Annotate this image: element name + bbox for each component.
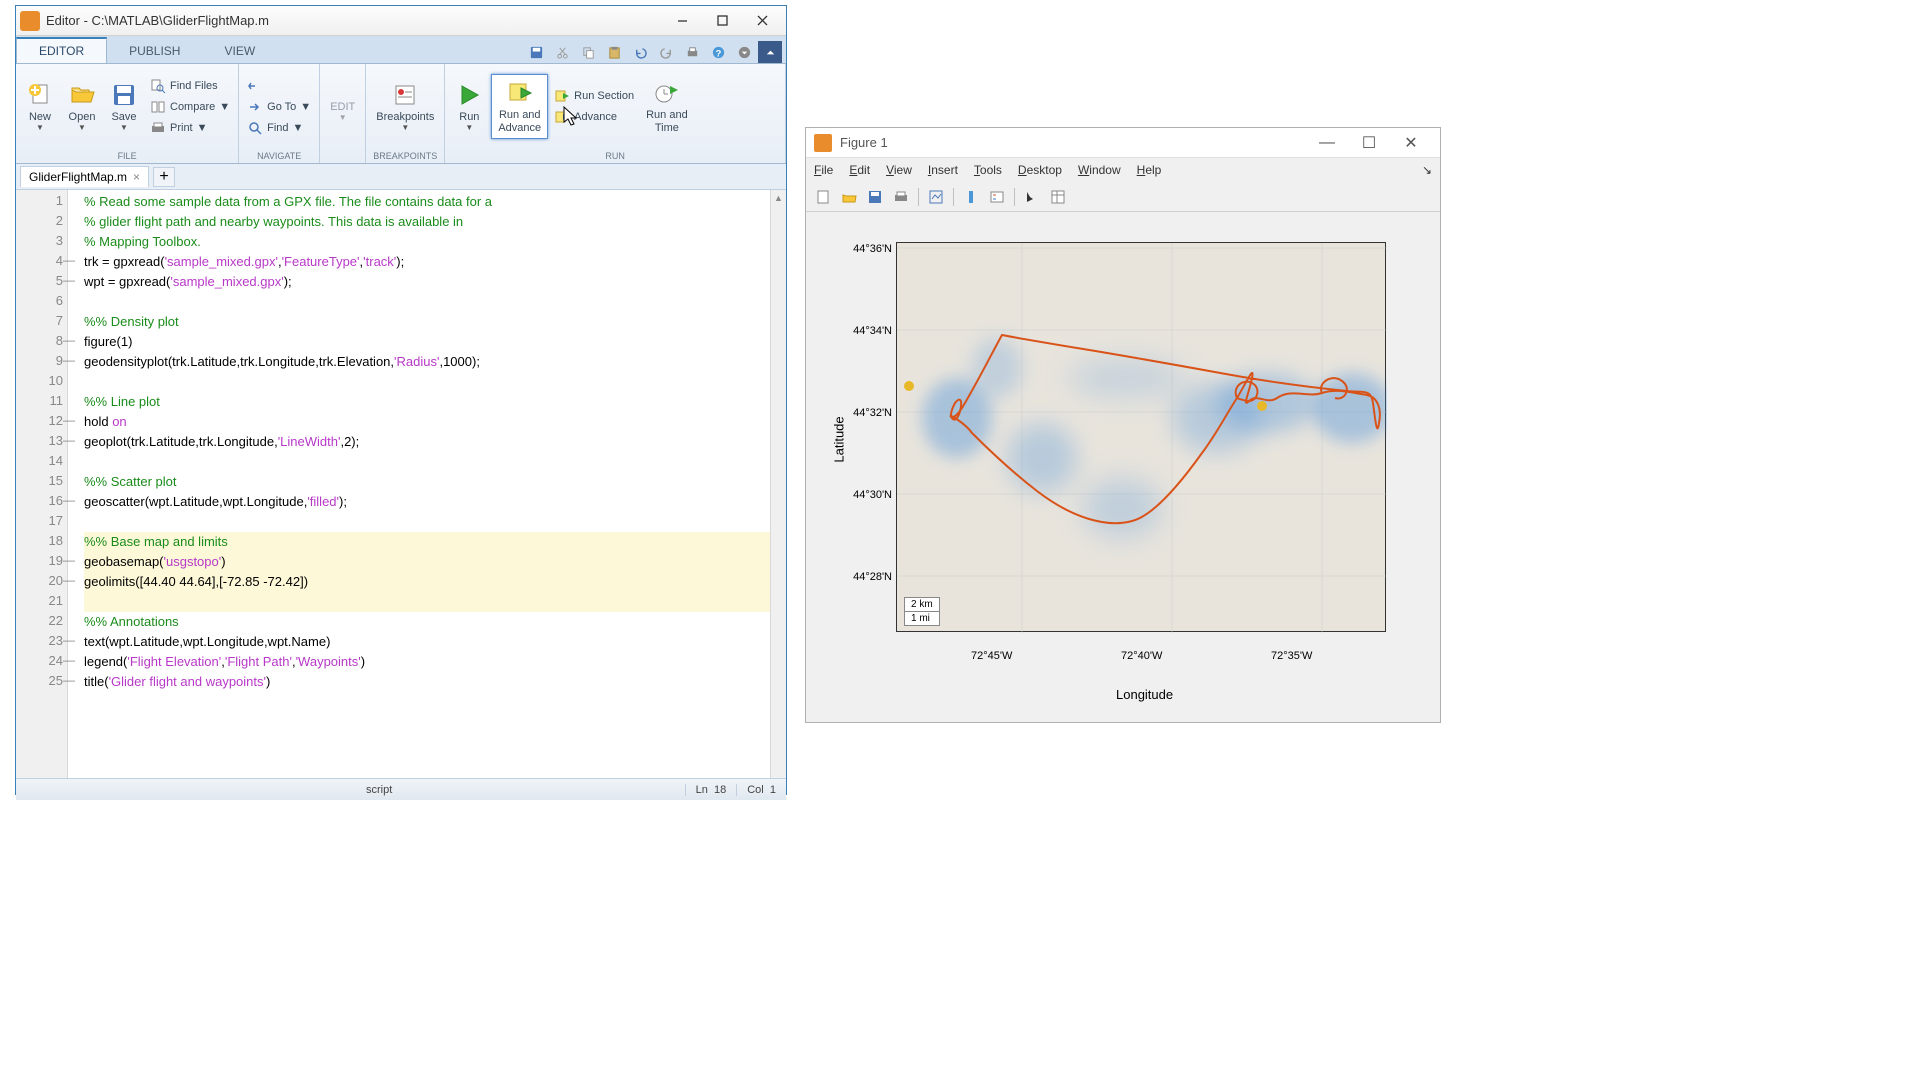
insert-legend-icon[interactable] bbox=[986, 186, 1008, 208]
scale-bar: 2 km 1 mi bbox=[904, 597, 940, 626]
status-line: Ln 18 bbox=[685, 784, 737, 796]
y-tick-label: 44°34'N bbox=[834, 325, 892, 337]
cut-icon[interactable] bbox=[550, 41, 574, 63]
y-tick-label: 44°36'N bbox=[834, 243, 892, 255]
redo-icon[interactable] bbox=[654, 41, 678, 63]
minimize-toolstrip-icon[interactable] bbox=[758, 41, 782, 63]
figure-window: Figure 1 — ☐ ✕ File Edit View Insert Too… bbox=[805, 127, 1441, 723]
property-inspector-icon[interactable] bbox=[1047, 186, 1069, 208]
save-button[interactable]: Save▼ bbox=[104, 77, 144, 136]
menu-view[interactable]: View bbox=[886, 163, 912, 177]
tab-publish[interactable]: PUBLISH bbox=[107, 39, 202, 63]
group-file-label: FILE bbox=[16, 149, 238, 163]
add-tab-button[interactable]: + bbox=[153, 167, 175, 187]
x-tick-label: 72°35'W bbox=[1271, 650, 1312, 662]
x-tick-label: 72°40'W bbox=[1121, 650, 1162, 662]
save-icon[interactable] bbox=[524, 41, 548, 63]
find-button[interactable]: Find ▼ bbox=[243, 118, 315, 138]
menu-desktop[interactable]: Desktop bbox=[1018, 163, 1062, 177]
menu-tools[interactable]: Tools bbox=[974, 163, 1002, 177]
svg-text:?: ? bbox=[715, 48, 721, 58]
paste-icon[interactable] bbox=[602, 41, 626, 63]
x-axis-label: Longitude bbox=[1116, 687, 1173, 702]
status-type: script bbox=[366, 784, 685, 796]
geo-axes[interactable] bbox=[896, 242, 1386, 632]
figure-title: Figure 1 bbox=[840, 135, 1306, 150]
print-button[interactable]: Print ▼ bbox=[146, 118, 234, 138]
window-title: Editor - C:\MATLAB\GliderFlightMap.m bbox=[46, 13, 662, 28]
matlab-logo-icon bbox=[814, 134, 832, 152]
save-figure-icon[interactable] bbox=[864, 186, 886, 208]
close-button[interactable] bbox=[742, 8, 782, 34]
open-figure-icon[interactable] bbox=[838, 186, 860, 208]
y-axis-label: Latitude bbox=[832, 416, 847, 462]
menu-window[interactable]: Window bbox=[1078, 163, 1121, 177]
line-gutter[interactable]: 1234—5—678—9—101112—13—141516—171819—20—… bbox=[16, 190, 68, 778]
open-button[interactable]: Open▼ bbox=[62, 77, 102, 136]
close-tab-icon[interactable]: × bbox=[133, 170, 140, 184]
tab-view[interactable]: VIEW bbox=[202, 39, 277, 63]
findfiles-button[interactable]: Find Files bbox=[146, 76, 234, 96]
code-content[interactable]: % Read some sample data from a GPX file.… bbox=[68, 190, 786, 778]
dropdown-icon[interactable] bbox=[732, 41, 756, 63]
help-icon[interactable]: ? bbox=[706, 41, 730, 63]
matlab-logo-icon bbox=[20, 11, 40, 31]
print-quickbar-icon[interactable] bbox=[680, 41, 704, 63]
tab-editor[interactable]: EDITOR bbox=[16, 37, 107, 63]
y-tick-label: 44°30'N bbox=[834, 489, 892, 501]
new-figure-icon[interactable] bbox=[812, 186, 834, 208]
fig-minimize-button[interactable]: — bbox=[1306, 129, 1348, 157]
group-breakpoints-label: BREAKPOINTS bbox=[366, 149, 444, 163]
status-bar: script Ln 18 Col 1 bbox=[16, 778, 786, 800]
file-tab-bar: GliderFlightMap.m × + bbox=[16, 164, 786, 190]
menu-more-icon[interactable]: ↘ bbox=[1422, 163, 1432, 177]
editor-titlebar[interactable]: Editor - C:\MATLAB\GliderFlightMap.m bbox=[16, 6, 786, 36]
new-button[interactable]: New▼ bbox=[20, 77, 60, 136]
undo-icon[interactable] bbox=[628, 41, 652, 63]
file-tab[interactable]: GliderFlightMap.m × bbox=[20, 166, 149, 187]
y-tick-label: 44°32'N bbox=[834, 407, 892, 419]
run-and-advance-button[interactable]: Run and Advance bbox=[491, 74, 548, 138]
insert-colorbar-icon[interactable] bbox=[960, 186, 982, 208]
figure-titlebar[interactable]: Figure 1 — ☐ ✕ bbox=[806, 128, 1440, 158]
figure-menubar: File Edit View Insert Tools Desktop Wind… bbox=[806, 158, 1440, 182]
figure-canvas[interactable]: Latitude Longitude 44°36'N 44°34'N 44°32'N… bbox=[816, 232, 1410, 712]
run-section-button[interactable]: Run Section bbox=[550, 86, 638, 106]
scroll-up-icon[interactable]: ▲ bbox=[771, 190, 786, 206]
menu-insert[interactable]: Insert bbox=[928, 163, 958, 177]
goto-button[interactable]: Go To ▼ bbox=[243, 97, 315, 117]
scrollbar[interactable]: ▲ bbox=[770, 190, 786, 778]
link-plot-icon[interactable] bbox=[925, 186, 947, 208]
y-tick-label: 44°28'N bbox=[834, 571, 892, 583]
run-and-time-button[interactable]: Run and Time bbox=[640, 75, 694, 137]
menu-help[interactable]: Help bbox=[1137, 163, 1162, 177]
back-forward-button[interactable] bbox=[243, 76, 315, 96]
toolstrip: New▼ Open▼ Save▼ Find Files Compare ▼ Pr… bbox=[16, 64, 786, 164]
minimize-button[interactable] bbox=[662, 8, 702, 34]
compare-button[interactable]: Compare ▼ bbox=[146, 97, 234, 117]
edit-button[interactable]: EDIT▼ bbox=[324, 97, 361, 126]
run-button[interactable]: Run▼ bbox=[449, 77, 489, 136]
x-tick-label: 72°45'W bbox=[971, 650, 1012, 662]
fig-maximize-button[interactable]: ☐ bbox=[1348, 129, 1390, 157]
editor-window: Editor - C:\MATLAB\GliderFlightMap.m EDI… bbox=[15, 5, 787, 795]
status-col: Col 1 bbox=[736, 784, 786, 796]
fig-close-button[interactable]: ✕ bbox=[1390, 129, 1432, 157]
toolstrip-tabs: EDITOR PUBLISH VIEW ? bbox=[16, 36, 786, 64]
group-navigate-label: NAVIGATE bbox=[239, 149, 319, 163]
advance-button[interactable]: Advance bbox=[550, 107, 638, 127]
maximize-button[interactable] bbox=[702, 8, 742, 34]
print-figure-icon[interactable] bbox=[890, 186, 912, 208]
edit-plot-icon[interactable] bbox=[1021, 186, 1043, 208]
breakpoints-button[interactable]: Breakpoints▼ bbox=[370, 77, 440, 136]
code-editor[interactable]: 1234—5—678—9—101112—13—141516—171819—20—… bbox=[16, 190, 786, 778]
copy-icon[interactable] bbox=[576, 41, 600, 63]
group-run-label: RUN bbox=[445, 149, 785, 163]
menu-edit[interactable]: Edit bbox=[849, 163, 870, 177]
menu-file[interactable]: File bbox=[814, 163, 833, 177]
figure-toolbar bbox=[806, 182, 1440, 212]
